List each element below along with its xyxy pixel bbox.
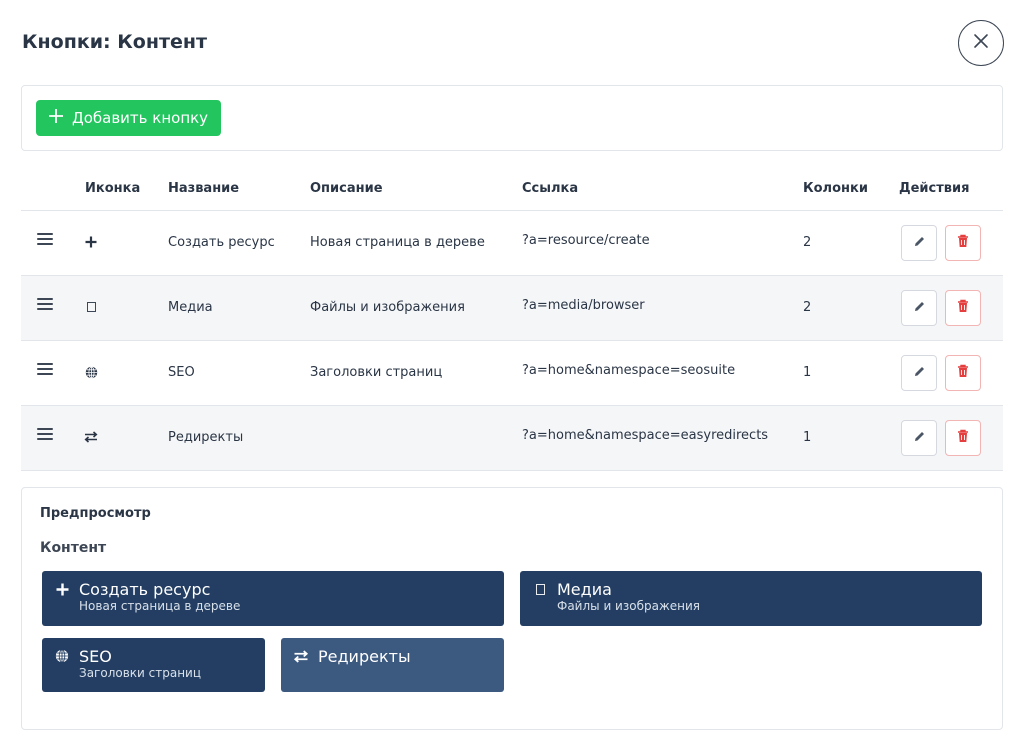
header-link: Ссылка — [522, 181, 579, 196]
trash-icon — [957, 234, 969, 252]
preview-label: Предпросмотр — [40, 506, 151, 521]
exchange-icon — [293, 648, 309, 664]
table-header: Иконка Название Описание Ссылка Колонки … — [21, 166, 1003, 211]
globe-icon — [83, 364, 99, 380]
header-description: Описание — [310, 181, 383, 196]
row-description: Новая страница в дереве — [310, 235, 485, 250]
close-icon — [972, 31, 990, 56]
drag-handle-icon[interactable] — [37, 298, 53, 310]
row-name: Медиа — [168, 300, 213, 315]
plus-icon — [83, 234, 99, 250]
header-icon: Иконка — [85, 181, 141, 196]
modal-title: Кнопки: Контент — [22, 31, 208, 53]
edit-button[interactable] — [901, 420, 937, 456]
row-columns: 2 — [803, 300, 812, 315]
tile-title: Создать ресурс — [79, 580, 211, 599]
pencil-icon — [913, 235, 926, 252]
table-row: SEO Заголовки страниц ?a=home&namespace=… — [21, 341, 1003, 406]
add-button-button[interactable]: Добавить кнопку — [36, 100, 221, 136]
preview-tile[interactable]: SEO Заголовки страниц — [42, 638, 265, 692]
table-row: Создать ресурс Новая страница в дереве ?… — [21, 211, 1003, 276]
tile-title: Медиа — [557, 580, 612, 599]
drag-handle-icon[interactable] — [37, 363, 53, 375]
tile-subtitle: Заголовки страниц — [79, 666, 202, 680]
edit-button[interactable] — [901, 290, 937, 326]
preview-tile[interactable]: Медиа Файлы и изображения — [520, 571, 982, 626]
image-icon — [532, 581, 548, 597]
trash-icon — [957, 299, 969, 317]
exchange-icon — [83, 429, 99, 445]
image-icon — [83, 299, 99, 315]
add-button-label: Добавить кнопку — [72, 109, 209, 127]
buttons-modal: Кнопки: Контент Добавить кнопку Иконка Н… — [0, 0, 1024, 750]
tile-title: SEO — [79, 647, 112, 666]
preview-tile[interactable]: Создать ресурс Новая страница в дереве — [42, 571, 504, 626]
row-description: Заголовки страниц — [310, 365, 443, 380]
row-link: ?a=resource/create — [522, 233, 650, 248]
header-actions: Действия — [899, 181, 970, 196]
plus-icon — [54, 581, 70, 597]
table-row: Редиректы ?a=home&namespace=easyredirect… — [21, 406, 1003, 471]
preview-section-title: Контент — [40, 540, 107, 556]
row-columns: 1 — [803, 430, 812, 445]
plus-icon — [48, 107, 64, 129]
pencil-icon — [913, 300, 926, 317]
pencil-icon — [913, 430, 926, 447]
row-description: Файлы и изображения — [310, 300, 465, 315]
preview-tile[interactable]: Редиректы — [281, 638, 504, 692]
edit-button[interactable] — [901, 355, 937, 391]
header-name: Название — [168, 181, 240, 196]
tile-subtitle: Новая страница в дереве — [79, 599, 241, 613]
row-name: Создать ресурс — [168, 235, 275, 250]
row-link: ?a=home&namespace=seosuite — [522, 363, 736, 378]
row-columns: 2 — [803, 235, 812, 250]
row-link: ?a=media/browser — [522, 298, 645, 313]
toolbar: Добавить кнопку — [21, 85, 1003, 151]
pencil-icon — [913, 365, 926, 382]
row-columns: 1 — [803, 365, 812, 380]
table-row: Медиа Файлы и изображения ?a=media/brows… — [21, 276, 1003, 341]
delete-button[interactable] — [945, 290, 981, 326]
delete-button[interactable] — [945, 420, 981, 456]
header-columns: Колонки — [803, 181, 868, 196]
trash-icon — [957, 429, 969, 447]
trash-icon — [957, 364, 969, 382]
tile-title: Редиректы — [318, 647, 411, 666]
row-link: ?a=home&namespace=easyredirects — [522, 428, 769, 443]
edit-button[interactable] — [901, 225, 937, 261]
drag-handle-icon[interactable] — [37, 233, 53, 245]
close-button[interactable] — [958, 20, 1004, 66]
drag-handle-icon[interactable] — [37, 428, 53, 440]
delete-button[interactable] — [945, 225, 981, 261]
globe-icon — [54, 648, 70, 664]
preview-panel: Предпросмотр Контент Создать ресурс Нова… — [21, 487, 1003, 730]
row-name: Редиректы — [168, 430, 244, 445]
tile-subtitle: Файлы и изображения — [557, 599, 701, 613]
buttons-table: Иконка Название Описание Ссылка Колонки … — [21, 166, 1003, 471]
delete-button[interactable] — [945, 355, 981, 391]
row-name: SEO — [168, 365, 195, 380]
